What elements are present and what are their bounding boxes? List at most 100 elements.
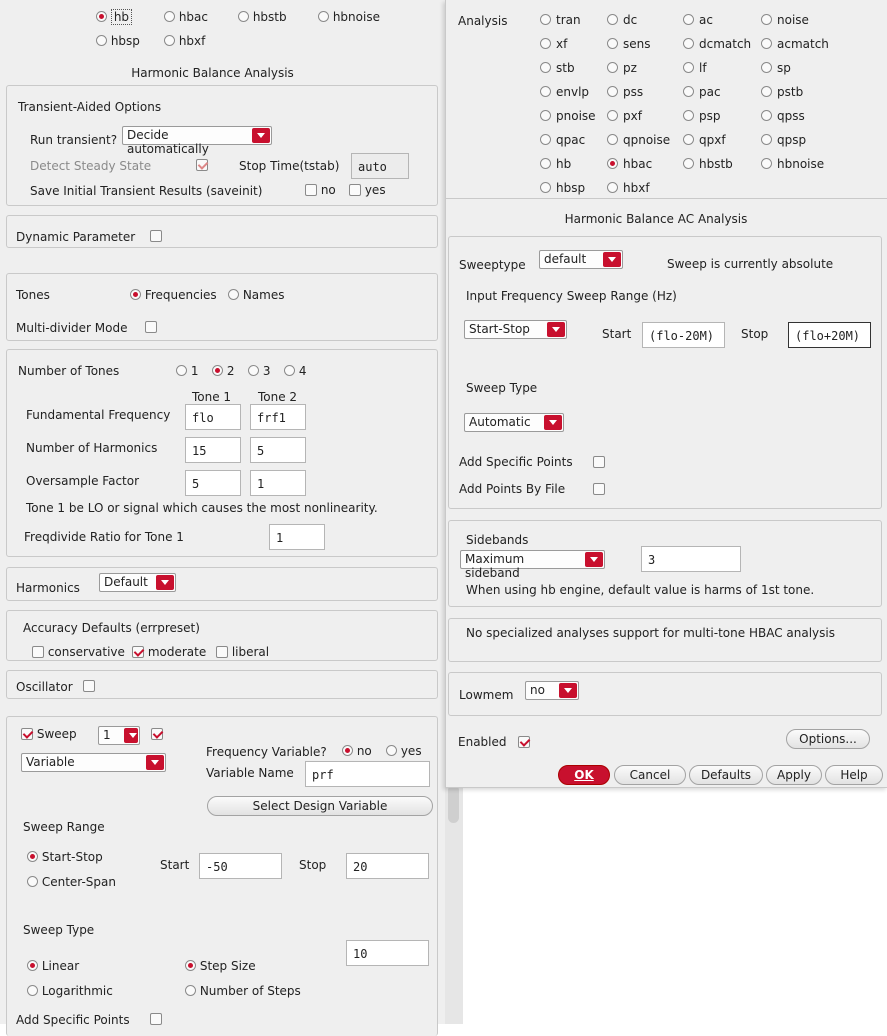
radio-icon	[761, 38, 772, 49]
select-design-variable-button[interactable]: Select Design Variable	[207, 796, 433, 816]
start-field[interactable]: (flo-20M)	[642, 322, 725, 348]
analysis-radio-lf[interactable]: lf	[683, 61, 707, 75]
sidebands-mode-select[interactable]: Maximum sideband	[460, 550, 605, 580]
analysis-radio-pnoise[interactable]: pnoise	[540, 109, 596, 123]
analysis-radio-hb[interactable]: hb	[96, 9, 133, 25]
help-button[interactable]: Help	[825, 765, 883, 785]
analysis-radio-pss[interactable]: pss	[607, 85, 643, 99]
analysis-radio-hbxf[interactable]: hbxf	[607, 181, 650, 195]
apply-button[interactable]: Apply	[766, 765, 822, 785]
sweep-enable-checkbox[interactable]	[151, 727, 163, 741]
analysis-radio-pxf[interactable]: pxf	[607, 109, 642, 123]
sweep-count-select[interactable]: 1	[98, 726, 140, 745]
tones-frequencies-radio[interactable]: Frequencies	[130, 288, 217, 302]
vertical-scrollbar[interactable]	[445, 785, 463, 1024]
step-size-field[interactable]: 10	[346, 940, 429, 966]
over-tone2-field[interactable]: 1	[250, 470, 306, 496]
enabled-checkbox[interactable]	[518, 735, 530, 749]
analysis-radio-hbstb[interactable]: hbstb	[238, 10, 287, 24]
analysis-radio-hbxf[interactable]: hbxf	[164, 34, 205, 48]
num-tones-1[interactable]: 1	[176, 364, 198, 378]
analysis-radio-acmatch[interactable]: acmatch	[761, 37, 829, 51]
analysis-radio-pac[interactable]: pac	[683, 85, 721, 99]
analysis-radio-pstb[interactable]: pstb	[761, 85, 803, 99]
analysis-radio-qpss[interactable]: qpss	[761, 109, 805, 123]
sweep-variable-select[interactable]: Variable	[21, 753, 166, 772]
analysis-radio-tran[interactable]: tran	[540, 13, 581, 27]
freqdivide-field[interactable]: 1	[269, 524, 325, 550]
over-tone1-field[interactable]: 5	[185, 470, 241, 496]
analysis-radio-hbsp[interactable]: hbsp	[96, 34, 140, 48]
analysis-radio-qpnoise[interactable]: qpnoise	[607, 133, 670, 147]
start-stop-radio[interactable]: Start-Stop	[27, 850, 103, 864]
analysis-radio-dc[interactable]: dc	[607, 13, 637, 27]
oscillator-checkbox[interactable]	[83, 679, 95, 693]
sidebands-value-field[interactable]: 3	[641, 546, 741, 572]
analysis-radio-hbsp[interactable]: hbsp	[540, 181, 585, 195]
analysis-radio-hbstb[interactable]: hbstb	[683, 157, 733, 171]
stop-field[interactable]: (flo+20M)	[788, 322, 871, 348]
analysis-radio-noise[interactable]: noise	[761, 13, 809, 27]
save-init-yes[interactable]: yes	[349, 183, 386, 197]
multidivider-checkbox[interactable]	[145, 320, 157, 334]
variable-name-field[interactable]: prf	[305, 761, 430, 787]
analysis-radio-envlp[interactable]: envlp	[540, 85, 589, 99]
sweep-start-field[interactable]: -50	[199, 853, 282, 879]
step-size-radio[interactable]: Step Size	[185, 959, 256, 973]
add-specific-points-checkbox[interactable]	[593, 455, 605, 469]
freq-var-no-radio[interactable]: no	[342, 744, 372, 758]
analysis-radio-sens[interactable]: sens	[607, 37, 651, 51]
harmonics-select[interactable]: Default	[99, 573, 176, 592]
add-points-by-file-checkbox[interactable]	[593, 482, 605, 496]
analysis-radio-xf[interactable]: xf	[540, 37, 567, 51]
accuracy-conservative[interactable]: conservative	[32, 645, 125, 659]
stop-time-field[interactable]: auto	[351, 153, 409, 179]
detect-steady-checkbox[interactable]	[196, 158, 208, 172]
sweep-type-select[interactable]: Automatic	[464, 413, 564, 432]
analysis-radio-hbnoise[interactable]: hbnoise	[318, 10, 380, 24]
defaults-button[interactable]: Defaults	[689, 765, 763, 785]
sweep-checkbox[interactable]: Sweep	[21, 727, 77, 741]
fund-tone1-field[interactable]: flo	[185, 404, 241, 430]
num-tones-3[interactable]: 3	[248, 364, 270, 378]
logarithmic-radio[interactable]: Logarithmic	[27, 984, 113, 998]
lowmem-select[interactable]: no	[525, 681, 579, 700]
save-init-no[interactable]: no	[305, 183, 336, 197]
range-mode-select[interactable]: Start-Stop	[464, 320, 567, 339]
analysis-radio-hbac[interactable]: hbac	[164, 10, 208, 24]
harm-tone1-field[interactable]: 15	[185, 437, 241, 463]
accuracy-moderate[interactable]: moderate	[132, 645, 206, 659]
number-of-steps-radio[interactable]: Number of Steps	[185, 984, 301, 998]
fund-tone2-field[interactable]: frf1	[250, 404, 306, 430]
sweeptype-select[interactable]: default	[539, 250, 623, 269]
dynamic-parameter-checkbox[interactable]	[150, 229, 162, 243]
run-transient-select[interactable]: Decide automatically	[122, 126, 272, 156]
tones-names-radio[interactable]: Names	[228, 288, 284, 302]
radio-icon	[540, 14, 551, 25]
analysis-radio-hbnoise[interactable]: hbnoise	[761, 157, 824, 171]
center-span-radio[interactable]: Center-Span	[27, 875, 116, 889]
scrollbar-thumb[interactable]	[448, 785, 459, 823]
cancel-button[interactable]: Cancel	[614, 765, 686, 785]
analysis-radio-pz[interactable]: pz	[607, 61, 637, 75]
analysis-radio-hbac[interactable]: hbac	[607, 157, 652, 171]
linear-radio[interactable]: Linear	[27, 959, 79, 973]
freq-var-yes-radio[interactable]: yes	[386, 744, 422, 758]
accuracy-liberal[interactable]: liberal	[216, 645, 269, 659]
analysis-radio-psp[interactable]: psp	[683, 109, 721, 123]
analysis-radio-sp[interactable]: sp	[761, 61, 791, 75]
analysis-radio-qpxf[interactable]: qpxf	[683, 133, 726, 147]
analysis-radio-qpac[interactable]: qpac	[540, 133, 585, 147]
analysis-radio-ac[interactable]: ac	[683, 13, 713, 27]
add-specific-points-label: Add Specific Points	[16, 1013, 130, 1027]
analysis-radio-qpsp[interactable]: qpsp	[761, 133, 806, 147]
options-button[interactable]: Options...	[786, 729, 870, 749]
analysis-radio-stb[interactable]: stb	[540, 61, 575, 75]
ok-button[interactable]: OK	[558, 765, 610, 785]
analysis-radio-hb[interactable]: hb	[540, 157, 571, 171]
num-tones-2[interactable]: 2	[212, 364, 234, 378]
num-tones-4[interactable]: 4	[284, 364, 306, 378]
analysis-radio-dcmatch[interactable]: dcmatch	[683, 37, 751, 51]
sweep-stop-field[interactable]: 20	[346, 853, 429, 879]
harm-tone2-field[interactable]: 5	[250, 437, 306, 463]
